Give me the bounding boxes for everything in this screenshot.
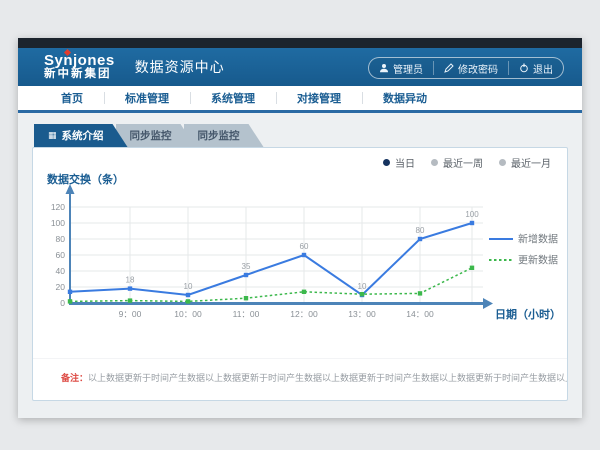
svg-text:100: 100	[465, 210, 479, 219]
tab-sync-monitor-2[interactable]: 同步监控	[184, 124, 264, 147]
line-chart: 0 20 40 60 80 100 120 9：00 10：00 11：00 12：00 13：00 1…	[35, 158, 569, 330]
nav-item-home[interactable]: 首页	[40, 86, 104, 110]
nav-item-data-change[interactable]: 数据异动	[362, 86, 448, 110]
desktop-background: Synjones 新中新集团 数据资源中心 管理员 修改密码	[0, 0, 600, 450]
svg-text:10: 10	[358, 282, 367, 291]
user-menu-logout-label: 退出	[533, 61, 553, 76]
filter-today-label: 当日	[395, 155, 415, 170]
svg-text:60: 60	[56, 250, 66, 260]
app-window: Synjones 新中新集团 数据资源中心 管理员 修改密码	[18, 38, 582, 418]
tab-system-intro-label: 系统介绍	[62, 128, 104, 143]
page-title: 数据资源中心	[135, 57, 225, 77]
filter-last-week[interactable]: 最近一周	[431, 155, 483, 170]
logo-brand: Synjones	[44, 53, 115, 68]
svg-text:60: 60	[300, 242, 309, 251]
svg-text:新增数据: 新增数据	[518, 233, 558, 246]
tab-sync-monitor-1-label: 同步监控	[130, 128, 172, 143]
svg-text:80: 80	[416, 226, 425, 235]
user-menu-change-password[interactable]: 修改密码	[433, 61, 508, 75]
radio-dot-icon	[383, 159, 390, 166]
svg-text:13：00: 13：00	[348, 309, 376, 319]
filter-last-month-label: 最近一月	[511, 155, 551, 170]
svg-text:11：00: 11：00	[233, 309, 260, 319]
svg-text:18: 18	[126, 276, 135, 285]
user-icon	[379, 63, 389, 73]
edit-icon	[444, 63, 454, 73]
svg-text:35: 35	[242, 262, 251, 271]
svg-text:100: 100	[51, 218, 65, 228]
time-range-filter: 当日 最近一周 最近一月	[383, 155, 551, 170]
filter-last-week-label: 最近一周	[443, 155, 483, 170]
svg-text:40: 40	[56, 266, 66, 276]
nav-item-interface-mgmt[interactable]: 对接管理	[276, 86, 362, 110]
radio-dot-icon	[431, 159, 438, 166]
user-menu-logout[interactable]: 退出	[508, 61, 563, 75]
footer-note: 备注：以上数据更新于时间产生数据以上数据更新于时间产生数据以上数据更新于时间产生…	[33, 358, 567, 400]
content-area: ▦ 系统介绍 同步监控 同步监控 当日	[18, 113, 582, 401]
tab-system-intro[interactable]: ▦ 系统介绍	[34, 124, 128, 147]
chart-panel: 当日 最近一周 最近一月 0 20 40 60 80 100 120 9：00 10：00 11：…	[32, 147, 568, 401]
svg-text:9：00: 9：00	[119, 309, 142, 319]
svg-text:日期（小时）: 日期（小时）	[495, 307, 561, 321]
svg-text:80: 80	[56, 234, 66, 244]
grid-icon: ▦	[48, 131, 57, 140]
nav-item-system-mgmt[interactable]: 系统管理	[190, 86, 276, 110]
svg-text:120: 120	[51, 202, 65, 212]
app-header: Synjones 新中新集团 数据资源中心 管理员 修改密码	[18, 48, 582, 86]
main-nav: 首页 标准管理 系统管理 对接管理 数据异动	[18, 86, 582, 113]
svg-text:数据交换（条）: 数据交换（条）	[47, 172, 124, 186]
user-menu-admin[interactable]: 管理员	[369, 61, 433, 75]
note-prefix: 备注：	[61, 373, 88, 383]
svg-text:20: 20	[56, 282, 66, 292]
note-text: 以上数据更新于时间产生数据以上数据更新于时间产生数据以上数据更新于时间产生数据以…	[88, 373, 567, 383]
svg-text:10：00: 10：00	[174, 309, 202, 319]
svg-text:10: 10	[184, 282, 193, 291]
nav-item-standard-mgmt[interactable]: 标准管理	[104, 86, 190, 110]
user-menu-change-password-label: 修改密码	[458, 61, 498, 76]
window-top-strip	[18, 38, 582, 48]
tab-bar: ▦ 系统介绍 同步监控 同步监控	[34, 124, 568, 147]
svg-text:0: 0	[60, 298, 65, 308]
svg-text:更新数据: 更新数据	[518, 254, 558, 267]
logo-company: 新中新集团	[44, 69, 115, 81]
radio-dot-icon	[499, 159, 506, 166]
filter-today[interactable]: 当日	[383, 155, 415, 170]
svg-text:12：00: 12：00	[290, 309, 318, 319]
user-menu: 管理员 修改密码 退出	[368, 57, 564, 79]
logo: Synjones 新中新集团	[44, 53, 115, 81]
user-menu-admin-label: 管理员	[393, 61, 423, 76]
tab-sync-monitor-2-label: 同步监控	[198, 128, 240, 143]
filter-last-month[interactable]: 最近一月	[499, 155, 551, 170]
power-icon	[519, 63, 529, 73]
svg-text:14：00: 14：00	[406, 309, 434, 319]
